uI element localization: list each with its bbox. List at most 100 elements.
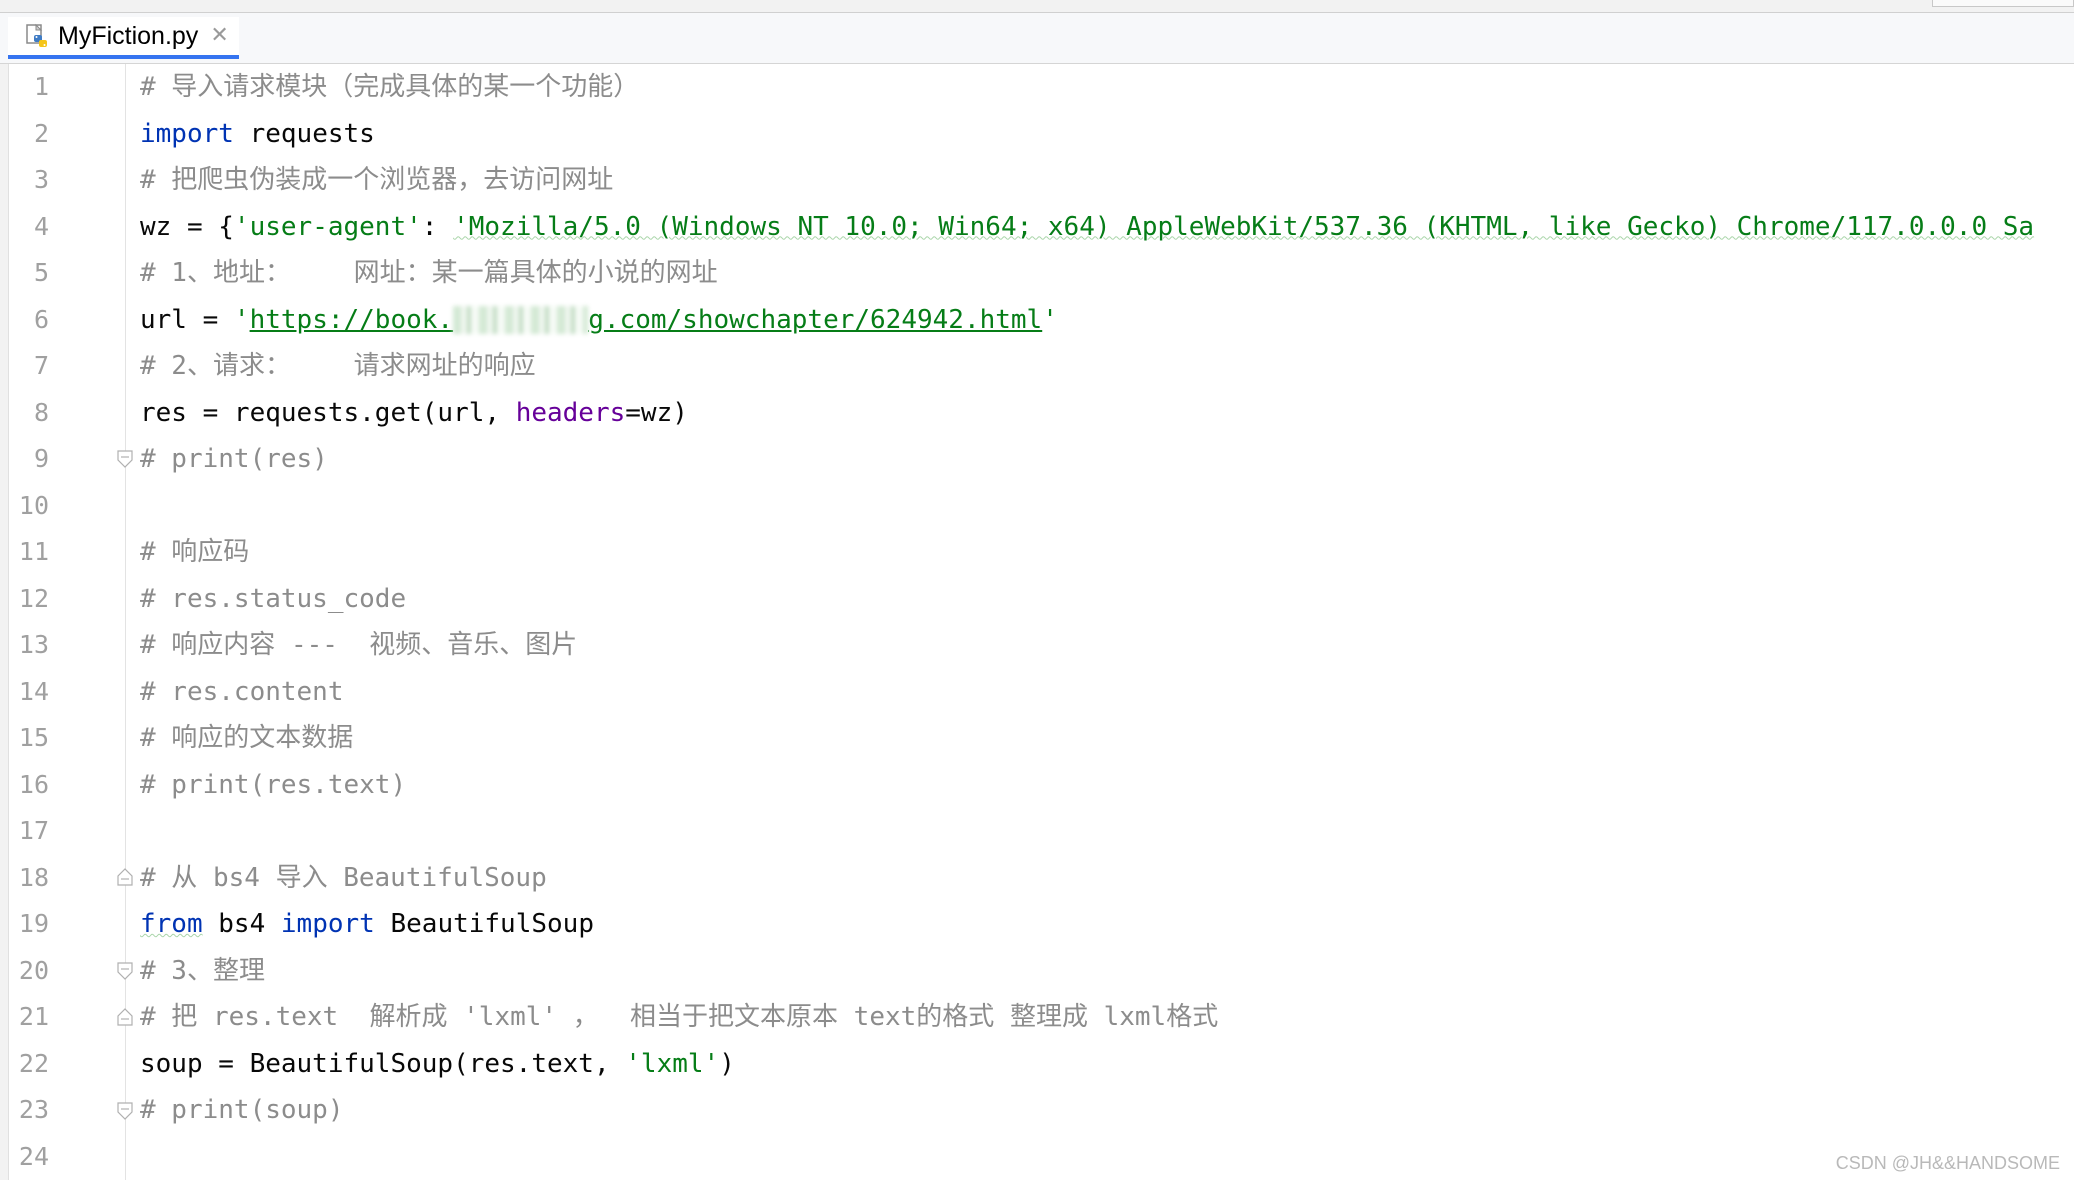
code-text: bs4 bbox=[202, 909, 281, 939]
comment: # 从 bs4 导入 BeautifulSoup bbox=[140, 862, 547, 893]
fold-start-icon[interactable] bbox=[117, 868, 133, 886]
code-line-14: # res.content bbox=[140, 669, 344, 715]
code-line-6: url = 'https://book. g.com/showchapter/62… bbox=[140, 297, 1058, 343]
tab-myfiction-py[interactable]: MyFiction.py ✕ bbox=[8, 17, 239, 59]
comment: # print(res.text) bbox=[140, 769, 407, 800]
code-editor[interactable]: 1 2 3 4 5 6 7 8 9 10 11 12 13 14 15 16 1… bbox=[0, 64, 2074, 1180]
left-tool-strip bbox=[0, 64, 9, 1180]
string-quote: ' bbox=[1042, 304, 1058, 335]
editor-window: MyFiction.py ✕ 1 2 3 4 5 6 7 8 9 10 11 1… bbox=[0, 0, 2074, 1180]
comment: # 响应码 bbox=[140, 537, 250, 567]
line-number: 4 bbox=[33, 211, 49, 241]
code-line-20: # 3、整理 bbox=[140, 948, 265, 994]
comment: # 响应内容 --- 视频、音乐、图片 bbox=[140, 630, 578, 660]
code-area[interactable]: # 导入请求模块（完成具体的某一个功能） import requests # 把… bbox=[140, 64, 2074, 1180]
code-line-7: # 2、请求： 请求网址的响应 bbox=[140, 343, 536, 389]
redacted-blur bbox=[453, 306, 589, 334]
comment: # res.content bbox=[140, 676, 344, 707]
code-text: =wz) bbox=[625, 397, 688, 428]
comment: # 2、请求： 请求网址的响应 bbox=[140, 351, 536, 381]
line-number: 10 bbox=[18, 490, 49, 520]
comment: # 响应的文本数据 bbox=[140, 723, 354, 753]
code-text: soup = BeautifulSoup(res.text, bbox=[140, 1048, 626, 1079]
line-number: 3 bbox=[33, 165, 49, 194]
comment: # 3、整理 bbox=[140, 955, 265, 986]
line-number: 16 bbox=[18, 769, 49, 799]
code-line-19: from bs4 import BeautifulSoup bbox=[140, 901, 594, 947]
comment: # 导入请求模块（完成具体的某一个功能） bbox=[140, 72, 640, 102]
code-line-3: # 把爬虫伪装成一个浏览器，去访问网址 bbox=[140, 157, 613, 203]
code-line-13: # 响应内容 --- 视频、音乐、图片 bbox=[140, 622, 577, 668]
tab-filename: MyFiction.py bbox=[58, 21, 199, 50]
code-line-22: soup = BeautifulSoup(res.text, 'lxml') bbox=[140, 1041, 735, 1087]
fold-start-icon[interactable] bbox=[117, 1008, 133, 1026]
close-icon[interactable]: ✕ bbox=[210, 25, 228, 47]
fold-end-icon[interactable] bbox=[117, 962, 133, 980]
code-line-9: # print(res) bbox=[140, 436, 328, 482]
code-line-1: # 导入请求模块（完成具体的某一个功能） bbox=[140, 64, 639, 110]
line-number: 17 bbox=[18, 816, 49, 845]
named-argument: headers bbox=[515, 397, 626, 428]
url-link[interactable]: https://book. bbox=[250, 305, 454, 335]
line-number: 18 bbox=[18, 862, 49, 892]
fold-end-icon[interactable] bbox=[117, 450, 133, 468]
watermark: CSDN @JH&&HANDSOME bbox=[1835, 1153, 2060, 1173]
code-text: ) bbox=[719, 1048, 735, 1079]
string-quote: ' bbox=[233, 304, 250, 335]
line-number: 2 bbox=[33, 118, 49, 148]
keyword-from: from bbox=[140, 909, 203, 939]
line-number: 6 bbox=[33, 304, 49, 334]
code-line-5: # 1、地址： 网址：某一篇具体的小说的网址 bbox=[140, 250, 718, 296]
string-literal: 'user-agent' bbox=[233, 211, 422, 242]
python-file-icon bbox=[26, 23, 47, 47]
code-line-15: # 响应的文本数据 bbox=[140, 715, 353, 761]
line-number: 14 bbox=[18, 676, 49, 706]
line-number: 11 bbox=[18, 537, 49, 566]
code-text: res = requests.get(url, bbox=[140, 397, 516, 428]
code-text: wz = { bbox=[140, 211, 234, 242]
line-number: 13 bbox=[18, 630, 49, 659]
line-number: 20 bbox=[18, 955, 49, 985]
search-box-edge[interactable] bbox=[1932, 0, 2074, 7]
line-number: 23 bbox=[18, 1095, 49, 1124]
line-number: 12 bbox=[18, 583, 49, 613]
code-line-23: # print(soup) bbox=[140, 1087, 344, 1133]
line-number: 7 bbox=[33, 351, 49, 380]
editor-tab-bar: MyFiction.py ✕ bbox=[0, 13, 2074, 64]
comment: # 1、地址： 网址：某一篇具体的小说的网址 bbox=[140, 258, 718, 288]
line-number: 5 bbox=[33, 258, 49, 287]
line-number: 24 bbox=[18, 1141, 49, 1171]
fold-end-icon[interactable] bbox=[117, 1102, 133, 1120]
code-text: requests bbox=[233, 118, 375, 149]
line-number: 21 bbox=[18, 1002, 49, 1031]
comment: # 把 res.text 解析成 'lxml' ， 相当于把文本原本 text的… bbox=[140, 1002, 1219, 1032]
line-number: 9 bbox=[33, 444, 49, 473]
line-number-gutter[interactable]: 1 2 3 4 5 6 7 8 9 10 11 12 13 14 15 16 1… bbox=[9, 64, 133, 1180]
keyword-import: import bbox=[280, 909, 375, 939]
line-number: 15 bbox=[18, 723, 49, 752]
code-line-11: # 响应码 bbox=[140, 529, 249, 575]
string-literal: 'Mozilla/5.0 (Windows NT 10.0; Win64; x6… bbox=[453, 211, 2035, 242]
code-text: url = bbox=[140, 304, 234, 335]
code-line-4: wz = {'user-agent': 'Mozilla/5.0 (Window… bbox=[140, 204, 2034, 250]
code-line-12: # res.status_code bbox=[140, 576, 406, 622]
line-number: 22 bbox=[18, 1048, 49, 1078]
code-line-8: res = requests.get(url, headers=wz) bbox=[140, 390, 688, 436]
code-text: BeautifulSoup bbox=[374, 909, 594, 939]
comment: # res.status_code bbox=[140, 583, 407, 614]
code-text: : bbox=[421, 211, 454, 242]
code-line-21: # 把 res.text 解析成 'lxml' ， 相当于把文本原本 text的… bbox=[140, 994, 1218, 1040]
line-number: 8 bbox=[33, 397, 49, 427]
line-number: 1 bbox=[33, 72, 49, 101]
url-link[interactable]: g.com/showchapter/624942.html bbox=[588, 305, 1042, 335]
code-line-2: import requests bbox=[140, 111, 375, 157]
string-literal: 'lxml' bbox=[625, 1048, 720, 1079]
comment: # print(res) bbox=[140, 444, 328, 474]
comment: # 把爬虫伪装成一个浏览器，去访问网址 bbox=[140, 165, 614, 195]
line-number: 19 bbox=[18, 909, 49, 938]
code-line-18: # 从 bs4 导入 BeautifulSoup bbox=[140, 855, 547, 901]
top-toolbar-strip bbox=[0, 0, 2074, 13]
comment: # print(soup) bbox=[140, 1095, 344, 1125]
keyword-import: import bbox=[140, 118, 234, 149]
code-line-16: # print(res.text) bbox=[140, 762, 406, 808]
